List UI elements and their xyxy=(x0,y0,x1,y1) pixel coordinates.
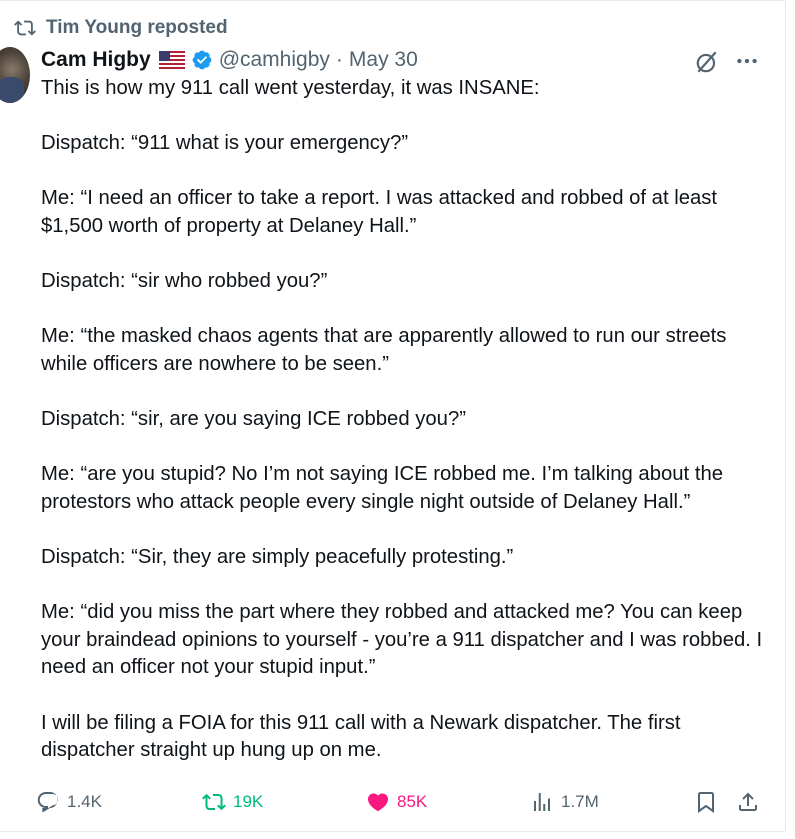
tweet-paragraph: I will be filing a FOIA for this 911 cal… xyxy=(41,711,681,762)
heart-icon xyxy=(367,793,389,812)
author-handle[interactable]: @camhigby xyxy=(219,48,330,72)
tweet-paragraph: Dispatch: “911 what is your emergency?” xyxy=(41,132,409,155)
reply-icon xyxy=(37,792,59,813)
views-button[interactable]: 1.7M xyxy=(530,788,599,816)
views-count: 1.7M xyxy=(561,792,599,811)
repost-context[interactable]: Tim Young reposted xyxy=(14,15,228,41)
share-icon xyxy=(739,792,757,811)
tweet-paragraph: Dispatch: “sir who robbed you?” xyxy=(41,270,328,293)
bookmark-button[interactable] xyxy=(694,788,718,816)
repost-button[interactable]: 19K xyxy=(202,788,263,816)
tweet-paragraph: Dispatch: “sir, are you saying ICE robbe… xyxy=(41,408,466,431)
author-name[interactable]: Cam Higby xyxy=(41,48,151,72)
like-count: 85K xyxy=(397,792,428,811)
tweet-paragraph: Dispatch: “Sir, they are simply peaceful… xyxy=(41,546,514,569)
avatar[interactable] xyxy=(0,47,30,103)
tweet-text: This is how my 911 call went yesterday, … xyxy=(41,75,771,792)
tweet-header: Cam Higby @camhigby · May 30 xyxy=(41,45,418,75)
share-button[interactable] xyxy=(736,788,760,816)
verified-badge-icon[interactable] xyxy=(191,49,213,71)
repost-text: Tim Young reposted xyxy=(46,17,228,38)
repost-icon xyxy=(14,20,36,36)
tweet-paragraph: Me: “I need an officer to take a report.… xyxy=(41,187,718,237)
tweet-paragraph: This is how my 911 call went yesterday, … xyxy=(41,77,540,99)
action-bar: 1.4K 19K 85K 1.7M xyxy=(36,788,766,818)
more-icon[interactable] xyxy=(734,48,760,74)
views-icon xyxy=(534,793,550,811)
reply-count: 1.4K xyxy=(67,792,102,811)
bookmark-icon xyxy=(698,792,714,813)
grok-icon[interactable] xyxy=(694,49,720,75)
like-button[interactable]: 85K xyxy=(366,788,427,816)
repost-icon xyxy=(202,793,226,811)
us-flag-icon xyxy=(158,51,185,69)
separator-dot: · xyxy=(335,48,343,71)
tweet-paragraph: Me: “the masked chaos agents that are ap… xyxy=(41,325,727,375)
repost-count: 19K xyxy=(233,792,264,811)
tweet-date[interactable]: May 30 xyxy=(349,48,418,72)
tweet-card: Tim Young reposted Cam Higby @camhigby ·… xyxy=(0,0,786,832)
reply-button[interactable]: 1.4K xyxy=(36,788,102,816)
tweet-paragraph: Me: “are you stupid? No I’m not saying I… xyxy=(41,463,724,513)
tweet-paragraph: Me: “did you miss the part where they ro… xyxy=(41,601,763,679)
